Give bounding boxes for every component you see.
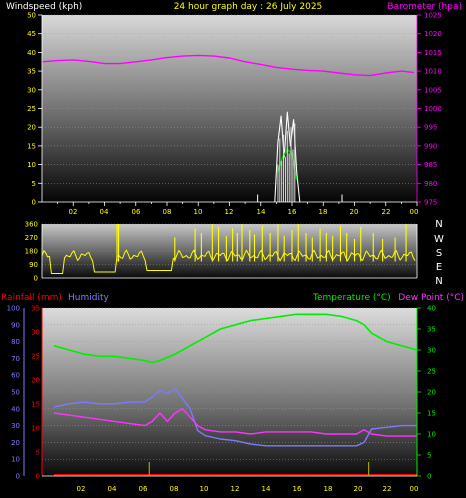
temp-tick-label: 40: [427, 305, 436, 313]
wind-y-tick-label: 25: [27, 105, 36, 113]
dewpoint-axis-title: Dew Point (°C): [398, 293, 464, 303]
dir-label-s: S: [436, 248, 442, 259]
humidity-axis-title: Humidity: [68, 293, 109, 303]
dir-y-tick-label: 90: [29, 261, 38, 269]
climate-x-tick: 18: [324, 485, 333, 493]
rain-tick-label: 35: [31, 305, 40, 313]
rain-tick-label: 15: [31, 401, 40, 409]
dir-label-n-top: N: [435, 219, 442, 230]
baro-y-tick-label: 1000: [424, 105, 442, 113]
dir-label-w: W: [434, 234, 444, 245]
humidity-tick-label: 100: [7, 305, 20, 313]
rain-tick-label: 20: [31, 377, 40, 385]
baro-y-tick-label: 980: [424, 180, 437, 188]
wind-x-tick: 02: [69, 208, 78, 216]
humidity-tick-label: 70: [11, 355, 20, 363]
temp-tick-label: 10: [427, 431, 436, 439]
humidity-tick-label: 20: [11, 439, 20, 447]
dir-y-tick-label: 0: [34, 275, 38, 283]
rain-tick-label: 10: [31, 425, 40, 433]
baro-y-tick-label: 1025: [424, 12, 442, 20]
wind-y-tick-label: 30: [27, 86, 36, 94]
baro-y-tick-label: 1020: [424, 30, 442, 38]
temp-axis-title: Temperature (°C): [312, 293, 391, 303]
humidity-tick-label: 40: [11, 405, 20, 413]
wind-x-tick: 06: [132, 208, 141, 216]
climate-x-tick: 08: [170, 485, 179, 493]
wind-x-tick: 20: [350, 208, 359, 216]
wind-x-tick: 14: [257, 208, 266, 216]
wind-y-tick-label: 0: [32, 199, 36, 207]
humidity-tick-label: 60: [11, 372, 20, 380]
wind-axis-title: Windspeed (kph): [6, 2, 82, 12]
baro-y-tick-label: 1015: [424, 49, 442, 57]
wind-x-tick: 12: [225, 208, 234, 216]
humidity-tick-label: 90: [11, 321, 20, 329]
climate-x-tick: 10: [200, 485, 209, 493]
wind-y-tick-label: 20: [27, 124, 36, 132]
baro-y-tick-label: 975: [424, 199, 437, 207]
climate-x-ticks: 02 04 06 08 10 12 14 16 18 20 22 00: [77, 485, 419, 493]
rain-axis-title: Rainfall (mm): [1, 293, 62, 303]
climate-x-tick: 00: [410, 485, 419, 493]
temp-tick-label: 35: [427, 326, 436, 334]
temp-tick-label: 15: [427, 410, 436, 418]
wind-x-tick: 04: [100, 208, 109, 216]
baro-y-tick-label: 1010: [424, 68, 442, 76]
baro-axis-title: Barometer (hpa): [387, 2, 462, 12]
wind-x-tick: 22: [382, 208, 391, 216]
dir-label-n-bottom: N: [435, 276, 442, 287]
climate-x-tick: 02: [77, 485, 86, 493]
weather-graph: 0510152025303540455097598098599099510001…: [1, 2, 464, 493]
climate-x-tick: 12: [231, 485, 240, 493]
humidity-tick-label: 10: [11, 456, 20, 464]
humidity-tick-label: 0: [16, 473, 20, 481]
wind-y-tick-label: 15: [27, 142, 36, 150]
temp-tick-label: 25: [427, 368, 436, 376]
wind-y-tick-label: 5: [32, 180, 36, 188]
dir-label-e: E: [436, 262, 442, 273]
wind-y-tick-label: 40: [27, 49, 36, 57]
climate-x-tick: 06: [139, 485, 148, 493]
baro-y-tick-label: 990: [424, 142, 437, 150]
baro-y-tick-label: 985: [424, 161, 437, 169]
humidity-tick-label: 80: [11, 338, 20, 346]
climate-x-tick: 16: [293, 485, 302, 493]
climate-x-tick: 22: [383, 485, 392, 493]
dir-y-tick-label: 180: [25, 248, 38, 256]
rain-tick-label: 25: [31, 353, 40, 361]
humidity-tick-label: 30: [11, 422, 20, 430]
wind-x-tick: 18: [319, 208, 328, 216]
temp-tick-label: 5: [427, 452, 431, 460]
climate-x-tick: 14: [262, 485, 271, 493]
baro-y-tick-label: 995: [424, 124, 437, 132]
wind-x-tick: 10: [194, 208, 203, 216]
wind-y-tick-label: 50: [27, 12, 36, 20]
dir-y-tick-label: 360: [25, 221, 38, 229]
wind-y-tick-label: 10: [27, 161, 36, 169]
temp-tick-label: 0: [427, 473, 431, 481]
temp-tick-label: 30: [427, 347, 436, 355]
rain-tick-label: 0: [36, 473, 40, 481]
climate-x-tick: 04: [108, 485, 117, 493]
wind-x-tick: 00: [410, 208, 419, 216]
climate-x-tick: 20: [354, 485, 363, 493]
temp-tick-label: 20: [427, 389, 436, 397]
humidity-tick-label: 50: [11, 389, 20, 397]
wind-y-tick-label: 45: [27, 30, 36, 38]
wind-x-tick: 16: [288, 208, 297, 216]
wind-x-ticks: 02 04 06 08 10 12 14 16 18 20 22 00: [69, 208, 419, 216]
rain-tick-label: 30: [31, 329, 40, 337]
wind-y-tick-label: 35: [27, 68, 36, 76]
wind-x-tick: 08: [163, 208, 172, 216]
chart-title: 24 hour graph day : 26 July 2025: [174, 2, 323, 12]
baro-y-tick-label: 1005: [424, 86, 442, 94]
dir-y-tick-label: 270: [25, 234, 38, 242]
rain-tick-label: 5: [36, 449, 40, 457]
